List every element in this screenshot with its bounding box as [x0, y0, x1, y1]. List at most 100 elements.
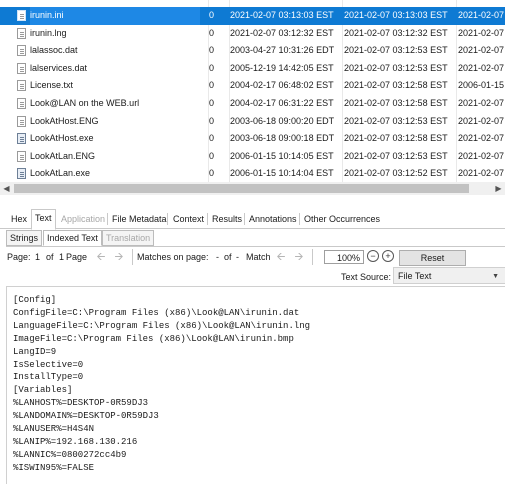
- table-row[interactable]: LookAtHost.exe 0 2003-06-18 09:00:18 EDT 20…: [0, 130, 505, 148]
- document-file-icon: [17, 10, 26, 21]
- table-row[interactable]: LookAtLan.ENG 0 2006-01-15 10:14:05 EST 202…: [0, 148, 505, 166]
- file-created: 2003-04-27 10:31:26 EDT: [230, 45, 335, 56]
- subtab-strings[interactable]: Strings: [6, 230, 43, 246]
- page-suffix-label: Page: [66, 252, 88, 262]
- document-file-icon: [17, 150, 26, 162]
- file-name: irunin.lng: [30, 27, 67, 38]
- file-name: lalassoc.dat: [30, 45, 78, 56]
- file-created: 2006-01-15 10:14:04 EST: [230, 168, 334, 179]
- tab-divider: [244, 213, 245, 225]
- document-file-icon: [17, 98, 26, 109]
- file-accessed: 2021-02-07: [458, 115, 505, 126]
- file-accessed: 2021-02-07: [458, 10, 505, 20]
- file-size: 0: [209, 150, 215, 161]
- tab-text[interactable]: Text: [31, 209, 56, 230]
- file-size: 0: [209, 62, 215, 73]
- file-created: 2021-02-07 03:13:03 EST: [230, 10, 334, 20]
- tab-file-metadata[interactable]: File Metadata: [109, 211, 170, 227]
- toolbar-divider: [312, 249, 313, 265]
- zoom-out-icon[interactable]: −: [367, 250, 379, 262]
- file-table: irunin.ini 0 2021-02-07 03:13:03 EST 2021-0…: [0, 0, 505, 182]
- file-name: irunin.ini: [30, 7, 200, 25]
- table-row[interactable]: lalservices.dat 0 2005-12-19 14:42:05 EST 2…: [0, 60, 505, 78]
- file-size: 0: [209, 10, 215, 20]
- current-match: -: [216, 252, 219, 262]
- text-line: IsSelective=0: [13, 359, 84, 370]
- file-accessed: 2006-01-15: [458, 80, 505, 91]
- tab-annotations[interactable]: Annotations: [246, 211, 300, 227]
- scroll-left-icon[interactable]: ◀: [0, 182, 13, 195]
- file-size: 0: [209, 45, 215, 56]
- horizontal-scrollbar[interactable]: ◀ ▶: [0, 182, 505, 195]
- toolbar-divider: [132, 249, 133, 265]
- text-line: InstallType=0: [13, 372, 84, 383]
- tab-divider: [207, 213, 208, 225]
- tab-other-occurrences[interactable]: Other Occurrences: [301, 211, 383, 227]
- text-line: %LANIP%=192.168.130.216: [13, 436, 138, 447]
- table-row[interactable]: License.txt 0 2004-02-17 06:48:02 EST 2021-…: [0, 77, 505, 95]
- file-name: LookAtHost.ENG: [30, 115, 99, 126]
- text-line: %LANNIC%=0800272cc4b9: [13, 449, 127, 460]
- document-file-icon: [17, 115, 26, 127]
- file-modified: 2021-02-07 03:12:58 EST: [344, 133, 448, 144]
- table-row[interactable]: LookAtLan.exe 0 2006-01-15 10:14:04 EST 202…: [0, 165, 505, 182]
- text-line: ImageFile=C:\Program Files (x86)\Look@LA…: [13, 333, 294, 344]
- text-line: %ISWIN95%=FALSE: [13, 462, 95, 473]
- subtab-indexed-text[interactable]: Indexed Text: [43, 230, 102, 246]
- scroll-right-icon[interactable]: ▶: [492, 182, 505, 195]
- file-created: 2006-01-15 10:14:05 EST: [230, 150, 334, 161]
- file-accessed: 2021-02-07: [458, 133, 505, 144]
- tab-results[interactable]: Results: [209, 211, 245, 227]
- tab-context[interactable]: Context: [170, 211, 207, 227]
- table-row[interactable]: irunin.ini 0 2021-02-07 03:13:03 EST 2021-0…: [0, 7, 505, 25]
- text-line: LangID=9: [13, 346, 57, 357]
- file-accessed: 2021-02-07: [458, 150, 505, 161]
- next-match-icon[interactable]: 🡪: [292, 250, 306, 264]
- content-viewer-tabs: Hex Text Application File Metadata Conte…: [0, 208, 505, 230]
- tab-hex[interactable]: Hex: [8, 211, 30, 227]
- file-created: 2004-02-17 06:31:22 EST: [230, 98, 334, 108]
- table-row[interactable]: [0, 0, 505, 7]
- text-line: %LANDOMAIN%=DESKTOP-0R59DJ3: [13, 411, 159, 422]
- file-modified: 2021-02-07 03:13:03 EST: [344, 10, 448, 20]
- text-line: ConfigFile=C:\Program Files (x86)\Look@L…: [13, 307, 300, 318]
- file-modified: 2021-02-07 03:12:53 EST: [344, 45, 448, 56]
- table-row[interactable]: lalassoc.dat 0 2003-04-27 10:31:26 EDT 2021…: [0, 42, 505, 60]
- file-modified: 2021-02-07 03:12:53 EST: [344, 150, 448, 161]
- file-name: Look@LAN on the WEB.url: [30, 98, 140, 108]
- file-created: 2003-06-18 09:00:20 EDT: [230, 115, 335, 126]
- reset-zoom-button[interactable]: Reset: [399, 250, 466, 266]
- text-source-dropdown[interactable]: File Text ▼: [393, 267, 505, 284]
- match-suffix-label: Match: [246, 252, 271, 262]
- table-row[interactable]: irunin.lng 0 2021-02-07 03:12:32 EST 2021-0…: [0, 25, 505, 43]
- scrollbar-thumb[interactable]: [14, 184, 469, 193]
- executable-file-icon: [17, 133, 26, 145]
- previous-page-icon[interactable]: 🡨: [94, 250, 108, 264]
- text-line: [Variables]: [13, 385, 73, 396]
- file-name: lalservices.dat: [30, 62, 88, 73]
- file-created: 2003-06-18 09:00:18 EDT: [230, 133, 335, 144]
- file-size: 0: [209, 98, 215, 108]
- page-of-label: of: [46, 252, 54, 262]
- match-total: -: [236, 252, 239, 262]
- previous-match-icon[interactable]: 🡨: [274, 250, 288, 264]
- chevron-down-icon: ▼: [492, 273, 499, 280]
- file-accessed: 2021-02-07: [458, 27, 505, 38]
- file-accessed: 2021-02-07: [458, 45, 505, 56]
- file-modified: 2021-02-07 03:12:53 EST: [344, 62, 448, 73]
- tab-divider: [107, 213, 108, 225]
- file-created: 2021-02-07 03:12:32 EST: [230, 27, 334, 38]
- indexed-text-toolbar: Page: 1 of 1 Page 🡨 🡪 Matches on page: -…: [6, 246, 505, 267]
- zoom-level-field[interactable]: 100%: [324, 250, 364, 264]
- table-row[interactable]: Look@LAN on the WEB.url 0 2004-02-17 06:31…: [0, 95, 505, 113]
- file-size: 0: [209, 133, 215, 144]
- file-accessed: 2021-02-07: [458, 62, 505, 73]
- table-row[interactable]: LookAtHost.ENG 0 2003-06-18 09:00:20 EDT 20…: [0, 113, 505, 131]
- next-page-icon[interactable]: 🡪: [112, 250, 126, 264]
- document-file-icon: [17, 45, 26, 57]
- file-created: 2005-12-19 14:42:05 EST: [230, 62, 334, 73]
- indexed-text-content[interactable]: [Config] ConfigFile=C:\Program Files (x86…: [6, 286, 505, 484]
- document-file-icon: [17, 27, 26, 39]
- file-created: 2004-02-17 06:48:02 EST: [230, 80, 334, 91]
- zoom-in-icon[interactable]: +: [382, 250, 394, 262]
